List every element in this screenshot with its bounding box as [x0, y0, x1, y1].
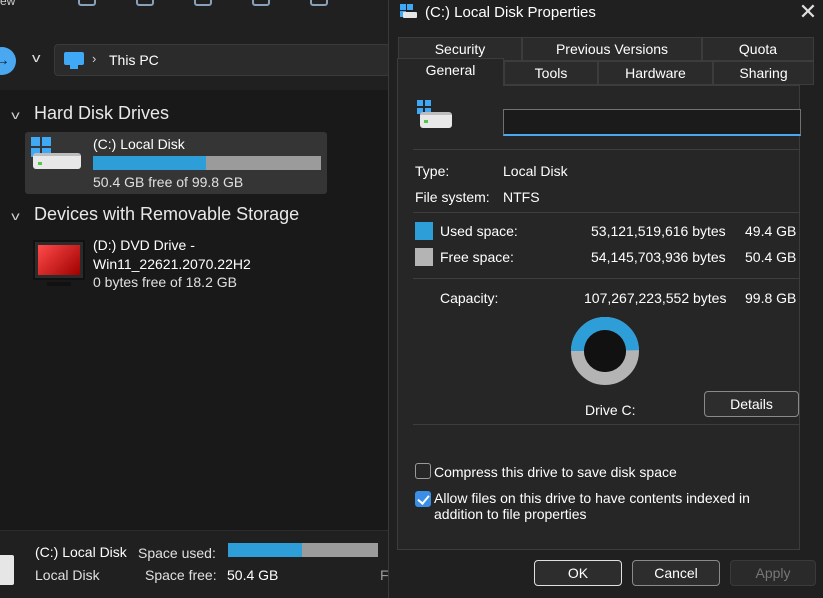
breadcrumb-this-pc[interactable]: This PC	[109, 52, 159, 68]
details-title: (C:) Local Disk	[35, 544, 127, 560]
space-used-bar	[228, 543, 378, 557]
file-system-label: File system:	[415, 189, 490, 205]
drive-d-free-text: 0 bytes free of 18.2 GB	[93, 274, 237, 290]
space-free-label: Space free:	[145, 567, 217, 583]
compress-drive-checkbox[interactable]	[415, 463, 431, 479]
type-value: Local Disk	[503, 163, 568, 179]
disk-usage-donut-chart	[571, 317, 639, 385]
ok-button[interactable]: OK	[534, 560, 622, 586]
apply-button[interactable]: Apply	[730, 560, 816, 586]
free-space-gb: 50.4 GB	[745, 249, 797, 265]
paste-icon[interactable]	[194, 0, 212, 6]
allow-indexing-label[interactable]: Allow files on this drive to have conten…	[434, 490, 796, 522]
details-subtitle: Local Disk	[35, 567, 100, 583]
drive-d-name: (D:) DVD Drive - Win11_22621.2070.22H2	[93, 237, 251, 272]
tab-tools[interactable]: Tools	[504, 61, 598, 85]
explorer-toolbar: ew	[0, 0, 388, 30]
share-icon[interactable]	[78, 0, 96, 6]
used-space-bytes: 53,121,519,616 bytes	[591, 223, 726, 239]
used-space-swatch	[415, 222, 433, 240]
capacity-gb: 99.8 GB	[745, 290, 797, 306]
dialog-titlebar[interactable]: (C:) Local Disk Properties ✕	[389, 0, 823, 30]
group-hard-disk-drives[interactable]: v Hard Disk Drives	[11, 103, 169, 124]
close-icon[interactable]: ✕	[793, 0, 823, 25]
used-space-label: Used space:	[440, 223, 518, 239]
tab-previous-versions[interactable]: Previous Versions	[522, 37, 702, 61]
drive-c-tile[interactable]: (C:) Local Disk 50.4 GB free of 99.8 GB	[25, 132, 327, 194]
space-free-value: 50.4 GB	[227, 567, 279, 583]
tab-hardware[interactable]: Hardware	[598, 61, 713, 85]
dialog-title: (C:) Local Disk Properties	[425, 4, 596, 21]
tab-sharing[interactable]: Sharing	[713, 61, 814, 85]
capacity-bytes: 107,267,223,552 bytes	[584, 290, 727, 306]
recent-locations-chevron-icon[interactable]: v	[32, 50, 40, 65]
address-bar[interactable]: › This PC	[54, 44, 390, 76]
drive-caption: Drive C:	[585, 402, 636, 418]
chevron-down-icon: v	[11, 209, 20, 223]
free-space-label: Free space:	[440, 249, 514, 265]
file-system-value: NTFS	[503, 189, 540, 205]
local-disk-icon	[0, 555, 14, 585]
donut-hole	[584, 330, 626, 372]
cancel-button[interactable]: Cancel	[632, 560, 720, 586]
drive-label-input[interactable]	[503, 109, 801, 136]
details-pane: (C:) Local Disk Local Disk Space used: S…	[0, 530, 389, 598]
toolbar-view-label[interactable]: ew	[0, 0, 15, 8]
space-used-label: Space used:	[138, 545, 216, 561]
local-disk-icon	[400, 4, 417, 18]
tab-general[interactable]: General	[397, 58, 504, 86]
capacity-label: Capacity:	[440, 290, 499, 306]
free-space-swatch	[415, 248, 433, 266]
free-space-bytes: 54,145,703,936 bytes	[591, 249, 726, 265]
chevron-down-icon: v	[11, 108, 20, 122]
rename-icon[interactable]	[252, 0, 270, 6]
copy-icon[interactable]	[136, 0, 154, 6]
group-removable-storage[interactable]: v Devices with Removable Storage	[11, 204, 299, 225]
tab-quota[interactable]: Quota	[702, 37, 814, 61]
this-pc-icon	[64, 52, 84, 65]
used-space-gb: 49.4 GB	[745, 223, 797, 239]
drive-c-name: (C:) Local Disk	[93, 136, 185, 152]
file-explorer-window: ew → v › This PC v Hard Disk Drives (C:) …	[0, 0, 390, 598]
dvd-drive-icon	[33, 240, 85, 286]
type-label: Type:	[415, 163, 450, 179]
compress-drive-label[interactable]: Compress this drive to save disk space	[434, 464, 677, 480]
breadcrumb-separator: ›	[92, 51, 97, 66]
delete-icon[interactable]	[310, 0, 328, 6]
properties-dialog: (C:) Local Disk Properties ✕ Security Pr…	[388, 0, 823, 598]
allow-indexing-checkbox[interactable]	[415, 491, 431, 507]
drive-d-tile[interactable]: (D:) DVD Drive - Win11_22621.2070.22H2 0…	[25, 234, 327, 294]
drive-c-usage-bar	[93, 156, 321, 170]
details-button[interactable]: Details	[704, 391, 799, 417]
drive-c-free-text: 50.4 GB free of 99.8 GB	[93, 174, 244, 190]
